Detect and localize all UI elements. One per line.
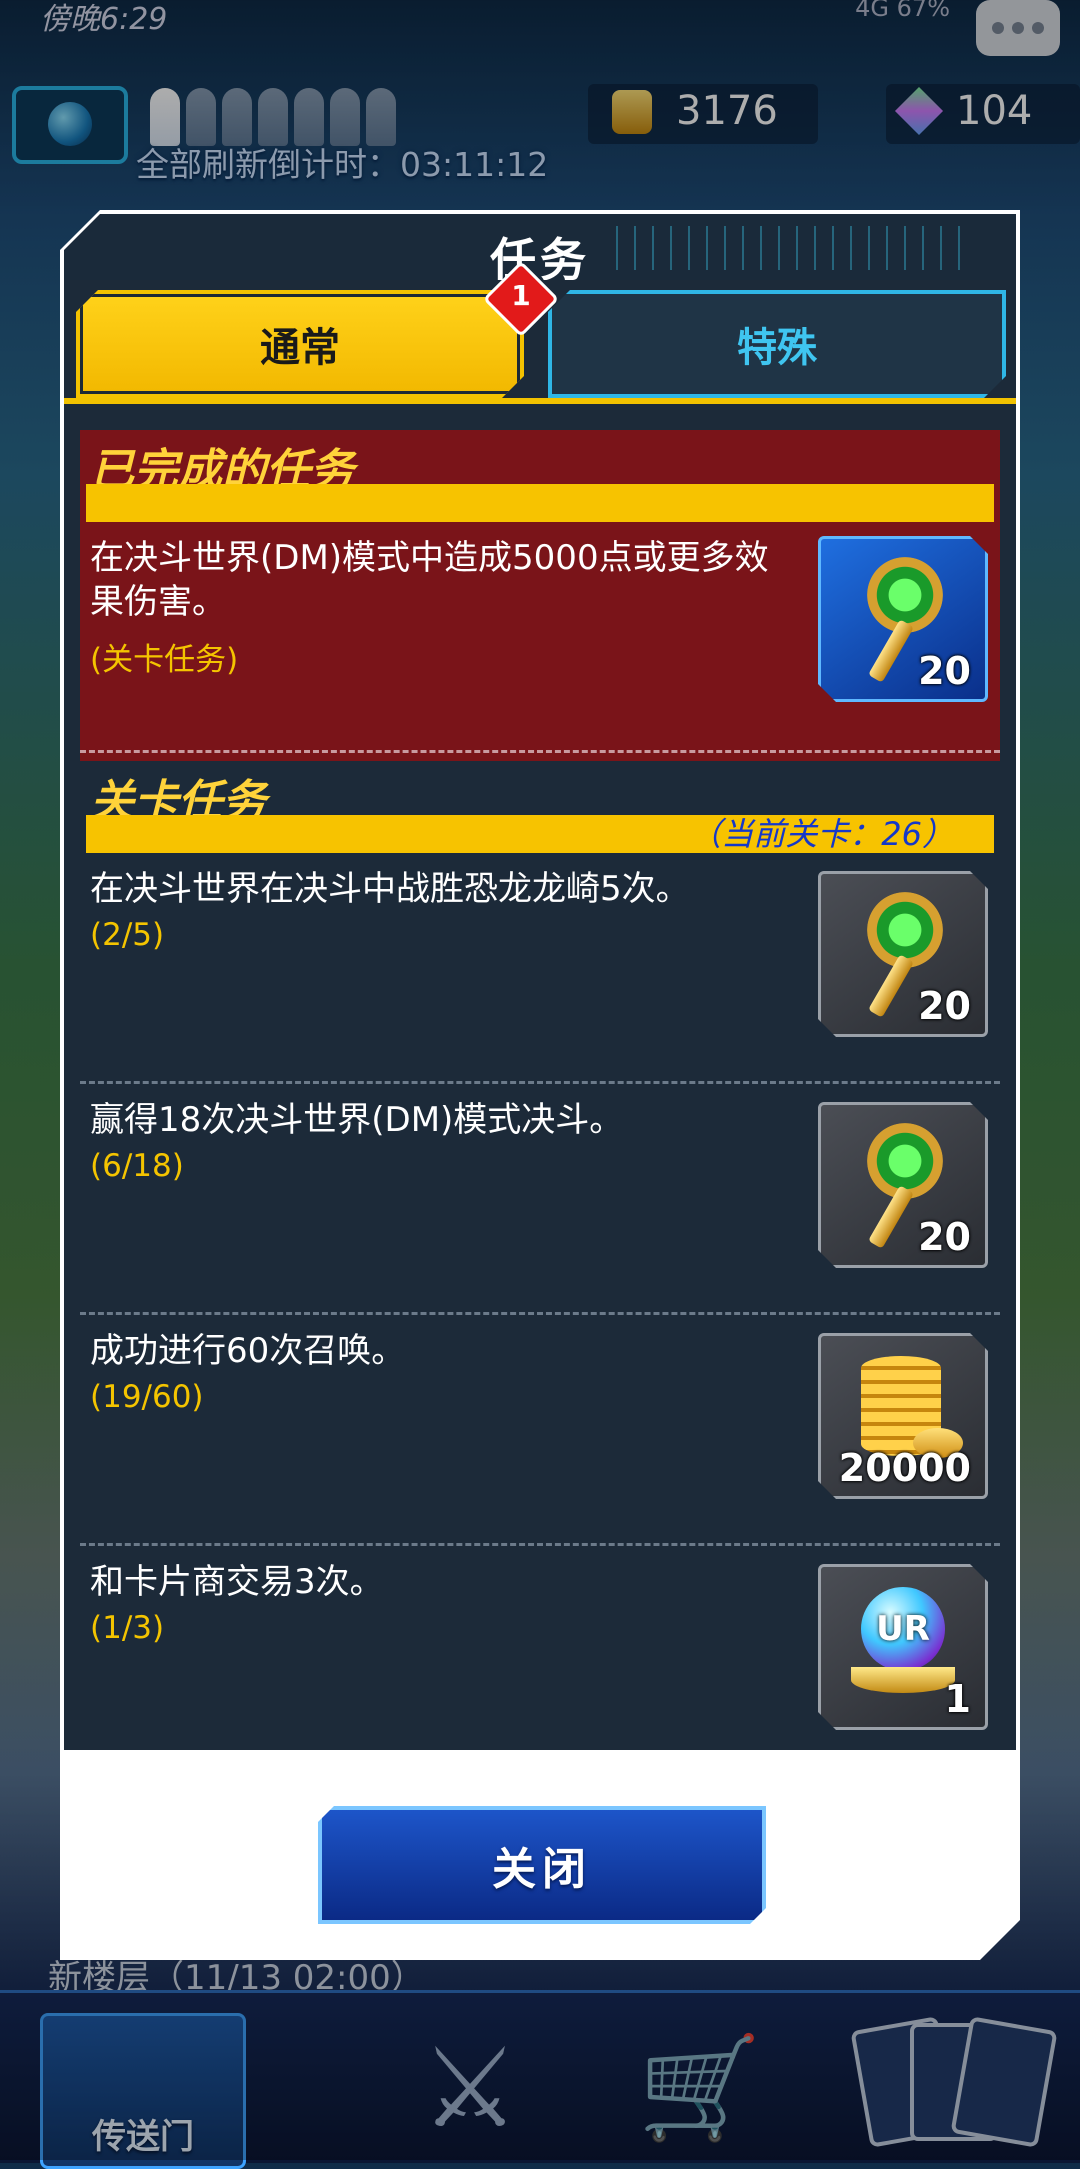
reward-box[interactable]: 20	[818, 536, 988, 702]
tab-bar: 通常 1 特殊	[64, 260, 1016, 410]
tab-normal[interactable]: 通常	[76, 290, 524, 398]
section-bar: （当前关卡：26）	[86, 815, 994, 853]
reward-qty: 20	[918, 649, 971, 693]
reward-qty: 1	[944, 1677, 971, 1721]
tab-normal-label: 通常	[260, 325, 340, 371]
laurel-icon	[851, 1667, 955, 1693]
mission-list[interactable]: 已完成的任务 在决斗世界(DM)模式中造成5000点或更多效果伤害。 (关卡任务…	[80, 430, 1000, 1750]
reward-qty: 20000	[838, 1446, 971, 1490]
reward-box[interactable]: 20	[818, 871, 988, 1037]
mission-progress: (19/60)	[90, 1379, 204, 1415]
mission-item[interactable]: 和卡片商交易3次。 (1/3) UR 1	[80, 1546, 1000, 1750]
mission-desc: 在决斗世界在决斗中战胜恐龙龙崎5次。	[90, 869, 690, 909]
mission-progress: (1/3)	[90, 1610, 165, 1646]
reward-qty: 20	[918, 1215, 971, 1259]
close-button[interactable]: 关闭	[318, 1806, 766, 1924]
mission-dialog: 任务 通常 1 特殊 已完成的任务 在决斗世界(DM)模式中造成5000点或更多…	[60, 210, 1020, 1960]
ur-ticket-icon: UR	[861, 1587, 945, 1671]
reward-box[interactable]: UR 1	[818, 1564, 988, 1730]
section-bar	[86, 484, 994, 522]
mission-item-completed[interactable]: 在决斗世界(DM)模式中造成5000点或更多效果伤害。 (关卡任务) 20	[80, 522, 1000, 753]
dialog-header: 任务	[64, 214, 1016, 280]
mission-progress: (2/5)	[90, 917, 165, 953]
dialog-body: 通常 1 特殊 已完成的任务 在决斗世界(DM)模式中造成5000点或更多效果伤…	[64, 260, 1016, 1750]
tab-special[interactable]: 特殊	[548, 290, 1006, 398]
mission-desc: 在决斗世界(DM)模式中造成5000点或更多效果伤害。	[90, 538, 769, 622]
mission-desc: 成功进行60次召唤。	[90, 1331, 406, 1371]
mission-item[interactable]: 成功进行60次召唤。 (19/60) 20000	[80, 1315, 1000, 1546]
reward-box[interactable]: 20	[818, 1102, 988, 1268]
mission-progress: (关卡任务)	[90, 642, 239, 678]
stage-section-title: 关卡任务	[90, 776, 266, 827]
reward-qty: 20	[918, 984, 971, 1028]
stage-section: 关卡任务 （当前关卡：26） 在决斗世界在决斗中战胜恐龙龙崎5次。 (2/5) …	[80, 761, 1000, 1750]
tab-special-label: 特殊	[737, 325, 817, 371]
tab-underline	[64, 398, 1016, 404]
completed-section: 已完成的任务 在决斗世界(DM)模式中造成5000点或更多效果伤害。 (关卡任务…	[80, 430, 1000, 761]
reward-box[interactable]: 20000	[818, 1333, 988, 1499]
mission-progress: (6/18)	[90, 1148, 184, 1184]
close-button-label: 关闭	[492, 1844, 592, 1895]
mission-desc: 赢得18次决斗世界(DM)模式决斗。	[90, 1100, 624, 1140]
mission-desc: 和卡片商交易3次。	[90, 1562, 384, 1602]
dialog-footer: 关闭	[60, 1780, 1020, 1930]
mission-item[interactable]: 赢得18次决斗世界(DM)模式决斗。 (6/18) 20	[80, 1084, 1000, 1315]
ur-label: UR	[876, 1609, 930, 1649]
mission-item[interactable]: 在决斗世界在决斗中战胜恐龙龙崎5次。 (2/5) 20	[80, 853, 1000, 1084]
notification-badge-count: 1	[511, 279, 531, 312]
completed-section-title: 已完成的任务	[90, 445, 354, 496]
current-stage: （当前关卡：26）	[689, 815, 954, 853]
